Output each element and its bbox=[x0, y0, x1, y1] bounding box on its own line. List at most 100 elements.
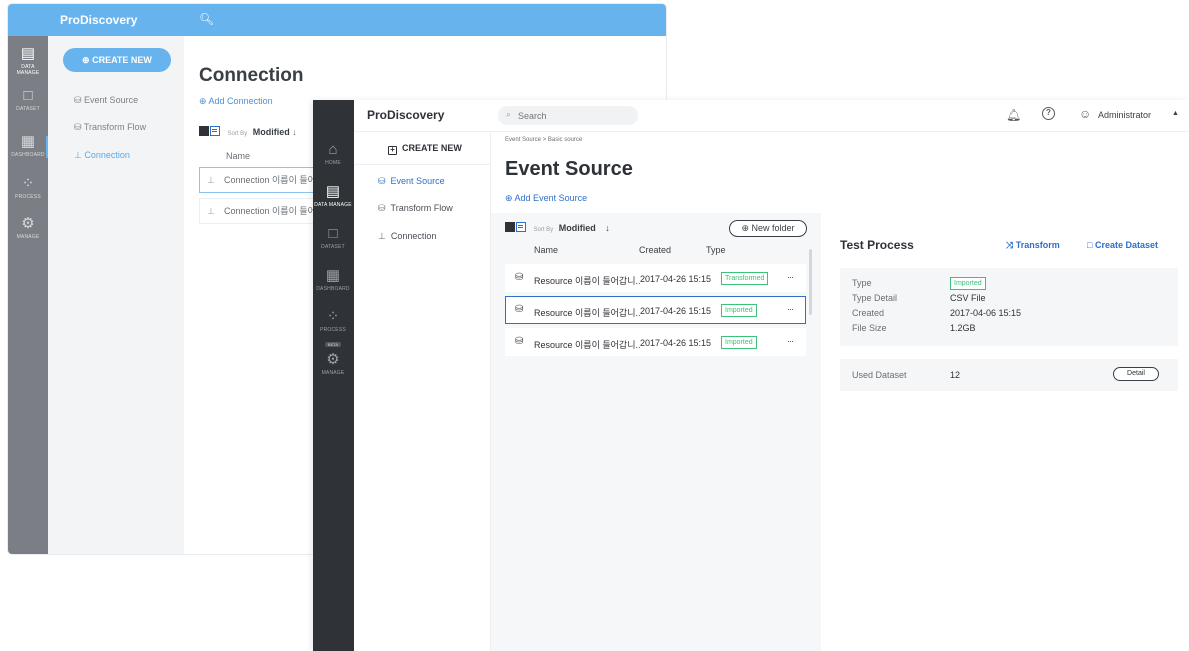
create-new-button[interactable]: + CREATE NEW bbox=[388, 143, 462, 155]
scrollbar[interactable] bbox=[809, 249, 812, 315]
sort-value[interactable]: Modified bbox=[253, 127, 290, 137]
database-icon: ⛁ bbox=[515, 304, 524, 315]
resource-name: Resource 이름이 들어갑니.. bbox=[534, 308, 641, 318]
rail-label: PROCESS bbox=[15, 194, 41, 200]
more-icon[interactable]: ··· bbox=[787, 304, 794, 314]
list-item[interactable]: ⊥ Connection 이름이 들어 bbox=[199, 198, 329, 224]
detail-info-box: Type Imported Type Detail CSV File Creat… bbox=[840, 268, 1178, 346]
sidebar-item-connection[interactable]: ⊥ Connection bbox=[74, 150, 130, 161]
help-icon[interactable]: ? bbox=[1042, 107, 1055, 120]
dataset-icon: □ bbox=[328, 225, 338, 242]
column-type[interactable]: Type bbox=[706, 245, 726, 255]
bell-icon[interactable]: 🔔︎ bbox=[1006, 108, 1021, 122]
back-sidebar: ⊕ CREATE NEW ⛁ Event Source ⛁ Transform … bbox=[48, 36, 184, 554]
app-logo[interactable]: ProDiscovery bbox=[367, 108, 444, 122]
shuffle-icon: ⤨ bbox=[1006, 240, 1014, 250]
user-icon[interactable]: ☺ bbox=[1079, 107, 1091, 121]
search-input[interactable] bbox=[518, 108, 628, 123]
list-view-icon[interactable] bbox=[505, 222, 515, 232]
sidebar-item-connection[interactable]: ⊥ Connection bbox=[378, 231, 436, 242]
database-icon: ⛁ bbox=[515, 272, 524, 283]
rail-data-manage[interactable]: ▤ DATA MANAGE bbox=[8, 45, 48, 77]
rail-manage[interactable]: ⚙ MANAGE bbox=[313, 351, 353, 377]
transform-button[interactable]: ⤨ Transform bbox=[1006, 240, 1060, 251]
detail-button[interactable]: Detail bbox=[1113, 367, 1159, 381]
type-badge: Transformed bbox=[721, 272, 769, 285]
rail-data-manage[interactable]: ▤ DATA MANAGE bbox=[313, 184, 353, 209]
rail-home[interactable]: ⌂ HOME bbox=[313, 141, 353, 167]
rail-dashboard[interactable]: ▦ DASHBOARD bbox=[313, 268, 353, 293]
plug-icon: ⊥ bbox=[378, 231, 386, 241]
table-row[interactable]: ⛁ Resource 이름이 들어갑니.. 2017-04-26 15:15 I… bbox=[505, 296, 806, 324]
home-icon: ⌂ bbox=[328, 141, 338, 158]
table-row[interactable]: ⛁ Resource 이름이 들어갑니.. 2017-04-26 15:15 I… bbox=[505, 328, 806, 356]
type-badge: Imported bbox=[721, 304, 757, 317]
back-nav-rail: ▤ DATA MANAGE □ DATASET ▦ DASHBOARD ⁘ PRO… bbox=[8, 36, 49, 554]
detail-panel: Test Process ⤨ Transform □ Create Datase… bbox=[821, 213, 1189, 651]
add-event-source-link[interactable]: ⊕ Add Event Source bbox=[505, 193, 587, 204]
caret-up-icon[interactable]: ▲ bbox=[1172, 110, 1179, 117]
page-title: Connection bbox=[199, 65, 304, 86]
database-icon: ⛁ bbox=[378, 203, 386, 213]
detail-view-icon[interactable] bbox=[516, 222, 526, 232]
rail-label: DATA MANAGE bbox=[314, 202, 352, 208]
create-new-label: CREATE NEW bbox=[92, 55, 152, 65]
type-badge: Imported bbox=[721, 336, 757, 349]
search-icon[interactable]: 🔍︎ bbox=[199, 12, 214, 26]
search-box[interactable]: ⌕ bbox=[498, 106, 638, 125]
database-icon: ⛁ bbox=[378, 176, 386, 186]
more-icon[interactable]: ··· bbox=[787, 272, 794, 282]
rail-label: MANAGE bbox=[321, 370, 345, 376]
type-detail-label: Type Detail bbox=[852, 293, 898, 303]
rail-process[interactable]: ⁘ PROCESS bbox=[8, 175, 48, 201]
sort-arrow-icon[interactable]: ↓ bbox=[292, 127, 297, 137]
process-icon: ⁘ bbox=[21, 175, 35, 192]
data-manage-icon: ▤ bbox=[20, 45, 36, 62]
sidebar-item-label: Transform Flow bbox=[83, 122, 147, 132]
breadcrumb[interactable]: Event Source > Basic source bbox=[505, 137, 582, 143]
create-dataset-button[interactable]: □ Create Dataset bbox=[1087, 240, 1158, 250]
rail-label: DATASET bbox=[321, 244, 345, 250]
rail-dataset[interactable]: □ DATASET bbox=[8, 88, 48, 113]
dashboard-icon: ▦ bbox=[20, 133, 36, 150]
column-name[interactable]: Name bbox=[534, 245, 558, 255]
sidebar-item-transform-flow[interactable]: ⛁ Transform Flow bbox=[74, 122, 146, 133]
file-size-label: File Size bbox=[852, 323, 887, 333]
plug-icon: ⊥ bbox=[207, 206, 215, 216]
type-badge: Imported bbox=[950, 277, 986, 290]
rail-dashboard[interactable]: ▦ DASHBOARD bbox=[8, 133, 48, 159]
back-top-bar: ProDiscovery 🔍︎ bbox=[8, 4, 666, 36]
rail-label: MANAGE bbox=[16, 234, 40, 240]
rail-dataset[interactable]: □ DATASET bbox=[313, 225, 353, 251]
user-name[interactable]: Administrator bbox=[1098, 110, 1151, 120]
table-row[interactable]: ⛁ Resource 이름이 들어갑니.. 2017-04-26 15:15 T… bbox=[505, 264, 806, 292]
new-folder-label: New folder bbox=[751, 223, 795, 233]
rail-manage[interactable]: ⚙ MANAGE bbox=[8, 215, 48, 241]
sort-value[interactable]: Modified bbox=[559, 223, 596, 233]
create-dataset-label: Create Dataset bbox=[1094, 240, 1158, 250]
sort-arrow-icon[interactable]: ↓ bbox=[605, 223, 610, 233]
resource-created: 2017-04-26 15:15 bbox=[640, 338, 712, 348]
gear-icon: ⚙ bbox=[326, 351, 340, 368]
sidebar-item-event-source[interactable]: ⛁ Event Source bbox=[378, 176, 445, 187]
create-new-label: CREATE NEW bbox=[402, 143, 462, 153]
detail-view-icon[interactable] bbox=[210, 126, 220, 136]
list-view-icon[interactable] bbox=[199, 126, 209, 136]
sidebar-item-label: Connection bbox=[84, 150, 130, 160]
column-created[interactable]: Created bbox=[639, 245, 671, 255]
plug-icon: ⊥ bbox=[207, 175, 215, 185]
list-item[interactable]: ⊥ Connection 이름이 들어 bbox=[199, 167, 329, 193]
transform-label: Transform bbox=[1015, 240, 1060, 250]
more-icon[interactable]: ··· bbox=[787, 336, 794, 346]
search-icon: ⌕ bbox=[506, 109, 512, 119]
new-folder-button[interactable]: ⊕ New folder bbox=[729, 220, 807, 237]
rail-process[interactable]: ⁘ PROCESS BETA bbox=[313, 309, 353, 351]
add-connection-link[interactable]: ⊕ Add Connection bbox=[199, 96, 273, 107]
type-detail-value: CSV File bbox=[950, 293, 986, 303]
gear-icon: ⚙ bbox=[21, 215, 35, 232]
create-new-button[interactable]: ⊕ CREATE NEW bbox=[63, 48, 171, 72]
resource-name: Resource 이름이 들어갑니.. bbox=[534, 276, 641, 286]
sidebar-item-label: Event Source bbox=[390, 176, 445, 186]
sidebar-item-transform-flow[interactable]: ⛁ Transform Flow bbox=[378, 203, 453, 214]
sidebar-item-event-source[interactable]: ⛁ Event Source bbox=[74, 95, 138, 106]
